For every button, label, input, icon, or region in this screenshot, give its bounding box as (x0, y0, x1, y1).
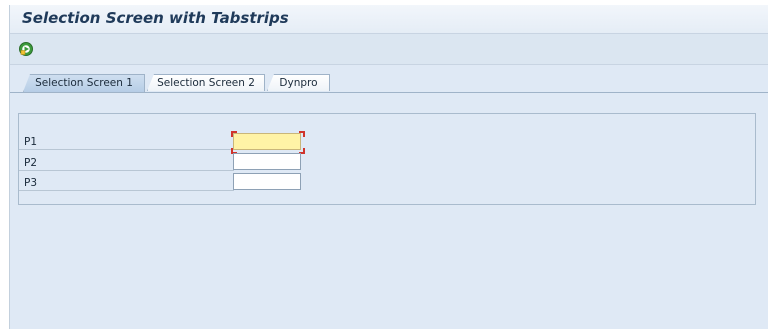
title-bar: Selection Screen with Tabstrips (10, 5, 768, 34)
tab-dynpro[interactable]: Dynpro (267, 74, 330, 91)
application-toolbar (10, 34, 768, 65)
sap-window: Selection Screen with Tabstrips Selectio… (9, 5, 768, 329)
p3-input[interactable] (233, 173, 301, 190)
tab-selection-screen-1[interactable]: Selection Screen 1 (23, 74, 145, 92)
tab-label: Selection Screen 2 (157, 77, 255, 89)
parameter-label-p3: P3 (24, 177, 38, 189)
tab-content-area: P1 P2 P3 (10, 92, 768, 329)
p2-input[interactable] (233, 153, 301, 170)
parameter-label-p2: P2 (24, 157, 38, 169)
row-divider (19, 190, 234, 191)
focus-marker (299, 131, 305, 137)
execute-icon[interactable] (18, 41, 34, 57)
row-divider (19, 149, 234, 150)
parameter-row-p3: P3 (19, 171, 234, 191)
tab-selection-screen-2[interactable]: Selection Screen 2 (147, 74, 265, 91)
parameter-row-p2: P2 (19, 151, 234, 171)
tab-label: Selection Screen 1 (35, 77, 133, 89)
parameter-label-p1: P1 (24, 136, 38, 148)
parameters-group: P1 P2 P3 (18, 113, 756, 205)
tab-label: Dynpro (279, 77, 318, 89)
parameter-row-p1: P1 (19, 130, 234, 150)
focus-marker (231, 131, 237, 137)
p1-input[interactable] (233, 133, 301, 150)
page-title: Selection Screen with Tabstrips (22, 9, 289, 27)
